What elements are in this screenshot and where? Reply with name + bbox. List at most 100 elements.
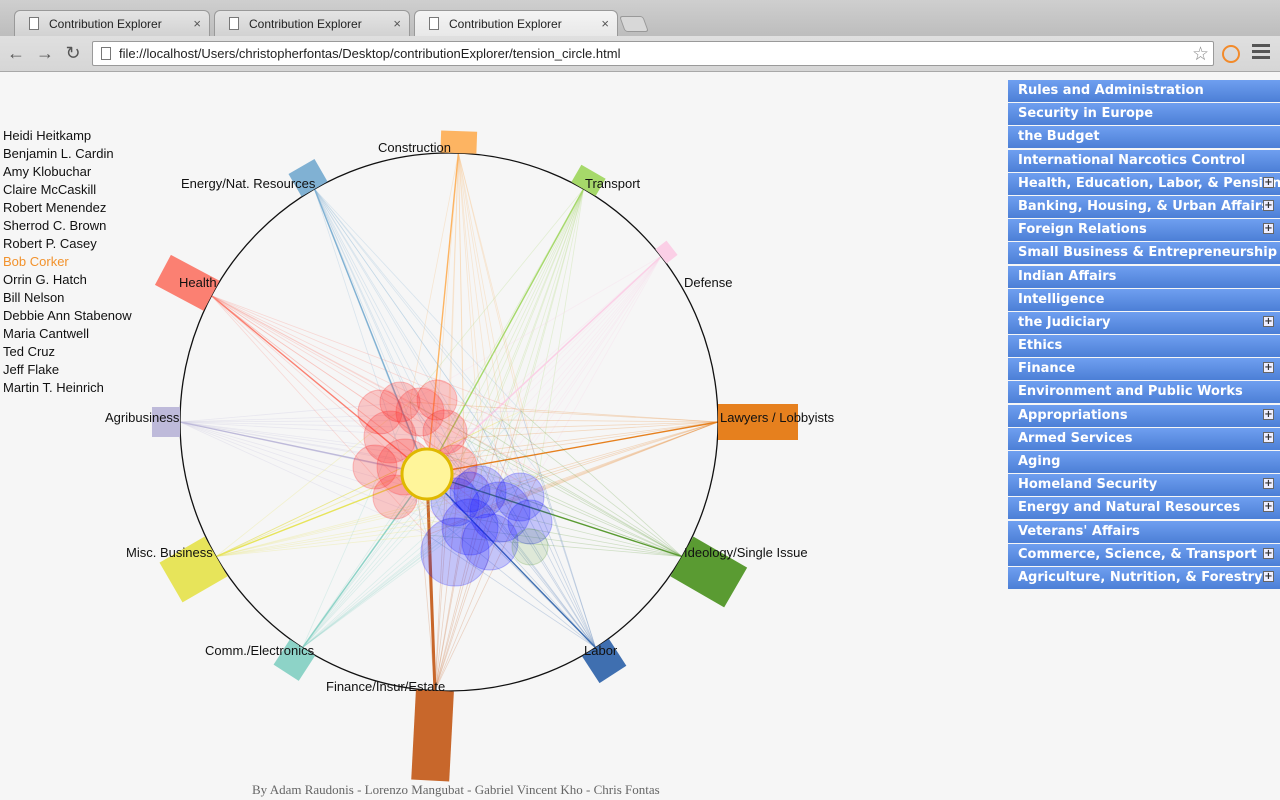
committee-item[interactable]: Indian Affairs (1008, 265, 1280, 288)
contribution-line (538, 256, 662, 474)
committee-item[interactable]: Foreign Relations + (1008, 219, 1280, 242)
expand-plus-icon[interactable]: + (1263, 570, 1274, 582)
committee-label: Veterans' Affairs (1018, 523, 1140, 539)
extension-icon[interactable] (1222, 45, 1240, 63)
contribution-line (501, 256, 662, 421)
close-tab-icon[interactable]: × (393, 16, 401, 31)
committee-label: Appropriations (1018, 407, 1128, 423)
industry-label: Finance/Insur/Estate (326, 679, 445, 694)
bookmark-star-icon[interactable]: ☆ (1192, 43, 1209, 66)
contribution-line (501, 188, 584, 421)
industry-label: Labor (584, 643, 618, 658)
committee-label: the Judiciary (1018, 314, 1111, 330)
committee-item[interactable]: Small Business & Entrepreneurship (1008, 242, 1280, 265)
industry-label: Lawyers / Lobbyists (720, 410, 835, 425)
contribution-line (211, 295, 503, 421)
committee-label: Commerce, Science, & Transport (1018, 546, 1257, 562)
committee-item[interactable]: Commerce, Science, & Transport + (1008, 543, 1280, 566)
tab-title: Contribution Explorer (249, 17, 362, 31)
committee-label: the Budget (1018, 129, 1100, 145)
committee-item[interactable]: Appropriations + (1008, 404, 1280, 427)
expand-plus-icon[interactable]: + (1263, 315, 1274, 327)
committee-item[interactable]: Intelligence (1008, 288, 1280, 311)
tension-circle: Construction Transport Defense Lawyers / Lo… (105, 130, 835, 782)
reload-icon[interactable]: ↻ (62, 42, 84, 64)
expand-plus-icon[interactable]: + (1263, 547, 1274, 559)
committee-label: Finance (1018, 361, 1076, 377)
committee-item[interactable]: the Budget (1008, 126, 1280, 149)
industry-bar[interactable] (411, 689, 454, 782)
committee-item[interactable]: the Judiciary + (1008, 311, 1280, 334)
forward-arrow-icon[interactable]: → (34, 42, 56, 64)
industry-label: Energy/Nat. Resources (181, 176, 316, 191)
committee-item[interactable]: Environment and Public Works (1008, 381, 1280, 404)
committee-item[interactable]: Energy and Natural Resources + (1008, 497, 1280, 520)
page-icon (101, 47, 111, 60)
contribution-line (211, 295, 522, 412)
contribution-line (215, 534, 428, 557)
contribution-line (302, 534, 428, 648)
browser-chrome: Contribution Explorer × Contribution Exp… (0, 0, 1280, 72)
senator-bubble[interactable] (357, 389, 403, 435)
contribution-line (538, 421, 719, 474)
senator-bubble[interactable] (511, 528, 549, 566)
committee-item[interactable]: Finance + (1008, 358, 1280, 381)
committee-item[interactable]: Banking, Housing, & Urban Affairs + (1008, 195, 1280, 218)
expand-plus-icon[interactable]: + (1263, 431, 1274, 443)
committee-item[interactable]: Armed Services + (1008, 427, 1280, 450)
committee-item[interactable]: Ethics (1008, 335, 1280, 358)
close-tab-icon[interactable]: × (193, 16, 201, 31)
url-text[interactable]: file://localhost/Users/christopherfontas… (119, 46, 620, 61)
page-icon (29, 17, 39, 30)
close-tab-icon[interactable]: × (601, 16, 609, 31)
contribution-line (483, 256, 662, 509)
senator-bubble[interactable] (420, 517, 490, 587)
tab-title: Contribution Explorer (49, 17, 162, 31)
expand-plus-icon[interactable]: + (1263, 199, 1274, 211)
browser-tab-3[interactable]: Contribution Explorer × (414, 10, 618, 36)
committee-item[interactable]: International Narcotics Control (1008, 149, 1280, 172)
committee-label: Security in Europe (1018, 106, 1154, 122)
committee-label: Foreign Relations (1018, 222, 1147, 238)
contribution-line (314, 188, 522, 412)
expand-plus-icon[interactable]: + (1263, 223, 1274, 235)
committee-label: Small Business & Entrepreneurship (1018, 245, 1278, 261)
committee-label: Indian Affairs (1018, 268, 1117, 284)
industry-label: Defense (684, 275, 732, 290)
committee-list: Rules and Administration Security in Euro… (1008, 80, 1280, 590)
expand-plus-icon[interactable]: + (1263, 501, 1274, 513)
committee-item[interactable]: Homeland Security + (1008, 474, 1280, 497)
committee-item[interactable]: Security in Europe (1008, 103, 1280, 126)
committee-label: International Narcotics Control (1018, 152, 1246, 168)
committee-label: Ethics (1018, 338, 1063, 354)
new-tab-button[interactable] (619, 16, 649, 32)
committee-item[interactable]: Aging (1008, 451, 1280, 473)
senator-bubble[interactable] (416, 379, 458, 421)
selected-senator-bubble[interactable] (400, 447, 454, 501)
industry-label: Transport (585, 176, 641, 191)
committee-label: Health, Education, Labor, & Pensions (1018, 175, 1280, 191)
committee-label: Environment and Public Works (1018, 384, 1243, 400)
credits: By Adam Raudonis - Lorenzo Mangubat - Ga… (252, 782, 660, 797)
expand-plus-icon[interactable]: + (1263, 478, 1274, 490)
committee-label: Homeland Security (1018, 477, 1158, 493)
contribution-line (409, 256, 662, 403)
committee-item[interactable]: Health, Education, Labor, & Pensions + (1008, 172, 1280, 195)
contribution-line (457, 153, 484, 430)
committee-label: Agriculture, Nutrition, & Forestry (1018, 569, 1263, 585)
back-arrow-icon[interactable]: ← (5, 42, 27, 64)
committee-item[interactable]: Agriculture, Nutrition, & Forestry + (1008, 566, 1280, 589)
browser-tab-1[interactable]: Contribution Explorer × (14, 10, 210, 36)
industry-label: Agribusiness (105, 410, 180, 425)
expand-plus-icon[interactable]: + (1263, 408, 1274, 420)
committee-item[interactable]: Veterans' Affairs (1008, 520, 1280, 543)
expand-plus-icon[interactable]: + (1263, 176, 1274, 188)
expand-plus-icon[interactable]: + (1263, 362, 1274, 374)
committee-label: Rules and Administration (1018, 83, 1204, 98)
committee-item[interactable]: Rules and Administration (1008, 80, 1280, 102)
address-bar[interactable]: file://localhost/Users/christopherfontas… (92, 41, 1214, 66)
senator-bubble[interactable] (449, 471, 491, 513)
menu-icon[interactable] (1252, 44, 1270, 62)
committee-label: Aging (1018, 454, 1061, 469)
browser-tab-2[interactable]: Contribution Explorer × (214, 10, 410, 36)
